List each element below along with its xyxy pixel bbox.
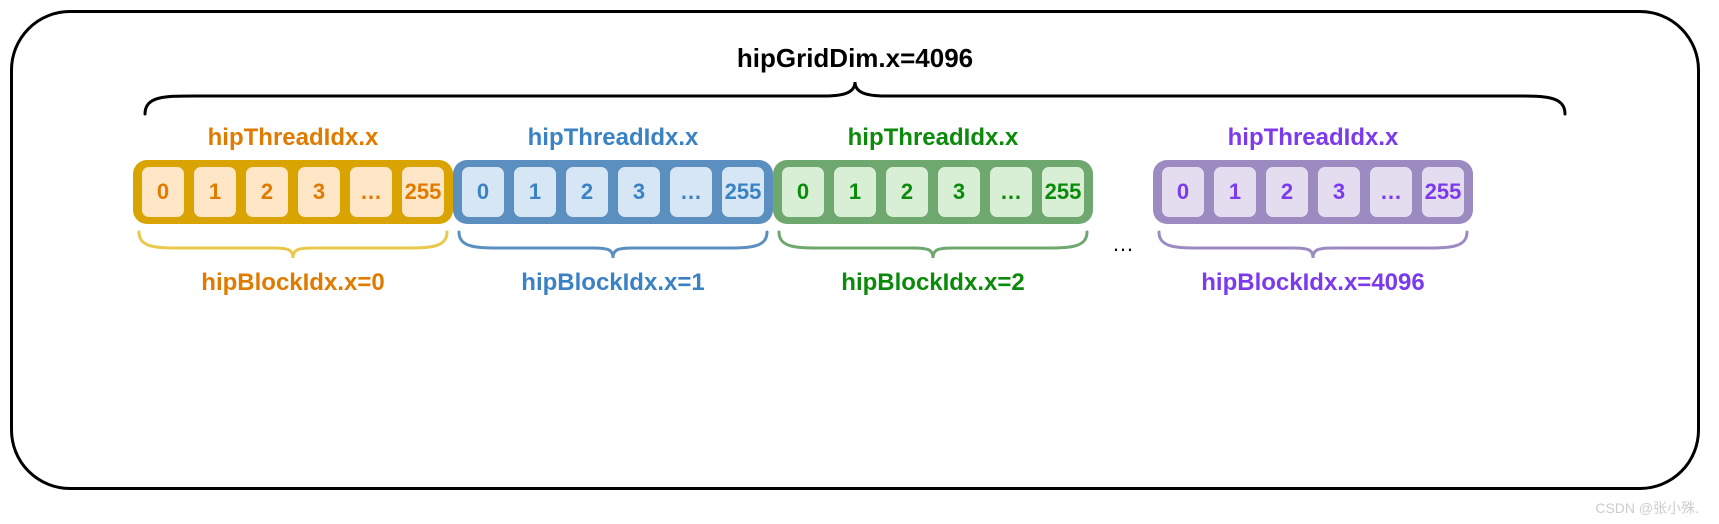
thread-cell: 3	[615, 164, 663, 220]
thread-cell: 2	[243, 164, 291, 220]
thread-cell: 3	[935, 164, 983, 220]
thread-cell: 255	[1039, 164, 1087, 220]
thread-cell: 3	[295, 164, 343, 220]
top-brace	[73, 80, 1637, 118]
thread-cell: 2	[563, 164, 611, 220]
watermark: CSDN @张小殊.	[1595, 498, 1699, 518]
thread-cells-last: 0 1 2 3 … 255	[1153, 160, 1473, 224]
thread-label-2: hipThreadIdx.x	[848, 124, 1019, 152]
block-label-1: hipBlockIdx.x=1	[521, 269, 704, 297]
under-brace-1	[453, 228, 773, 263]
block-2: hipThreadIdx.x 0 1 2 3 … 255 hipBlockIdx…	[773, 124, 1093, 297]
thread-cell: 1	[1211, 164, 1259, 220]
blocks-row: hipThreadIdx.x 0 1 2 3 … 255 hipBlockIdx…	[73, 124, 1637, 304]
thread-cell: …	[347, 164, 395, 220]
thread-cell: …	[1367, 164, 1415, 220]
under-brace-last	[1153, 228, 1473, 263]
thread-label-0: hipThreadIdx.x	[208, 124, 379, 152]
block-label-0: hipBlockIdx.x=0	[201, 269, 384, 297]
block-1: hipThreadIdx.x 0 1 2 3 … 255 hipBlockIdx…	[453, 124, 773, 297]
blocks-ellipsis: …	[1093, 124, 1153, 304]
thread-cell: 1	[511, 164, 559, 220]
thread-cell: 255	[719, 164, 767, 220]
under-brace-0	[133, 228, 453, 263]
grid-dim-title: hipGridDim.x=4096	[73, 43, 1637, 74]
thread-label-1: hipThreadIdx.x	[528, 124, 699, 152]
thread-cell: 2	[883, 164, 931, 220]
thread-cell: 3	[1315, 164, 1363, 220]
thread-cell: 1	[831, 164, 879, 220]
thread-cell: 255	[1419, 164, 1467, 220]
thread-label-last: hipThreadIdx.x	[1228, 124, 1399, 152]
thread-cell: 0	[459, 164, 507, 220]
block-last: hipThreadIdx.x 0 1 2 3 … 255 hipBlockIdx…	[1153, 124, 1473, 297]
block-0: hipThreadIdx.x 0 1 2 3 … 255 hipBlockIdx…	[133, 124, 453, 297]
block-label-last: hipBlockIdx.x=4096	[1201, 269, 1424, 297]
diagram-frame: hipGridDim.x=4096 hipThreadIdx.x 0 1 2 3…	[10, 10, 1700, 490]
under-brace-2	[773, 228, 1093, 263]
thread-cell: 255	[399, 164, 447, 220]
thread-cell: 2	[1263, 164, 1311, 220]
thread-cells-0: 0 1 2 3 … 255	[133, 160, 453, 224]
thread-cells-1: 0 1 2 3 … 255	[453, 160, 773, 224]
thread-cell: …	[987, 164, 1035, 220]
block-label-2: hipBlockIdx.x=2	[841, 269, 1024, 297]
thread-cell: 0	[139, 164, 187, 220]
thread-cell: 0	[1159, 164, 1207, 220]
thread-cells-2: 0 1 2 3 … 255	[773, 160, 1093, 224]
thread-cell: 1	[191, 164, 239, 220]
thread-cell: 0	[779, 164, 827, 220]
thread-cell: …	[667, 164, 715, 220]
